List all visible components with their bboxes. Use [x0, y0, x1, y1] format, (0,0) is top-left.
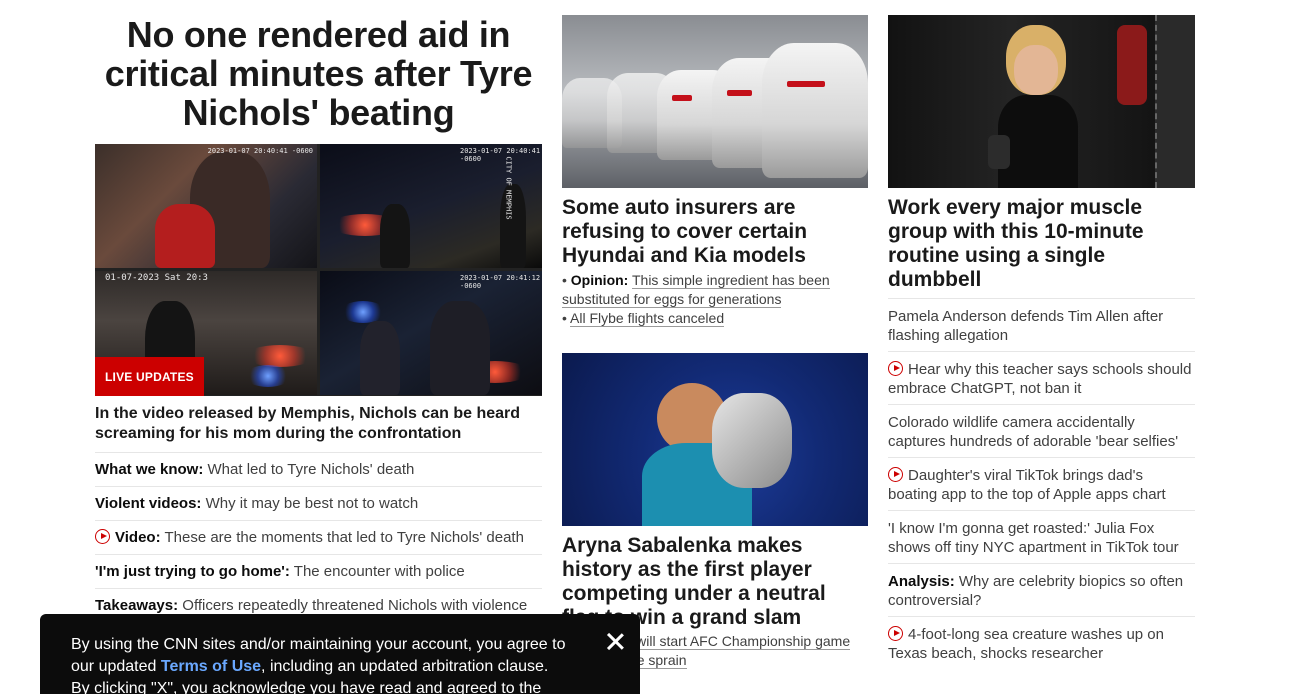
right-column: Work every major muscle group with this … — [888, 0, 1195, 669]
link-text: Why it may be best not to watch — [205, 495, 419, 512]
right-link-7[interactable]: 4-foot-long sea creature washes up on Te… — [888, 616, 1195, 669]
play-video-icon — [888, 626, 903, 641]
link-text: 4-foot-long sea creature washes up on Te… — [888, 626, 1164, 662]
bodycam-frame-1: 2023-01-07 20:40:41 -0600 — [95, 144, 317, 268]
play-video-icon — [95, 529, 110, 544]
live-updates-badge: LIVE UPDATES — [95, 357, 204, 396]
bullet-flybe[interactable]: • All Flybe flights canceled — [562, 309, 868, 328]
right-link-5[interactable]: 'I know I'm gonna get roasted:' Julia Fo… — [888, 510, 1195, 563]
right-link-1[interactable]: Pamela Anderson defends Tim Allen after … — [888, 298, 1195, 351]
dumbbell-headline[interactable]: Work every major muscle group with this … — [888, 196, 1195, 292]
consent-text-2: , including an updated arbitration claus… — [261, 658, 549, 675]
related-link-what-we-know[interactable]: What we know: What led to Tyre Nichols' … — [95, 453, 542, 487]
related-link-going-home[interactable]: 'I'm just trying to go home': The encoun… — [95, 555, 542, 589]
link-text: What led to Tyre Nichols' death — [207, 461, 415, 478]
related-link-violent-videos[interactable]: Violent videos: Why it may be best not t… — [95, 487, 542, 521]
terms-consent-banner: By using the CNN sites and/or maintainin… — [40, 614, 640, 694]
lead-story: No one rendered aid in critical minutes … — [95, 0, 542, 622]
bullet-opinion[interactable]: • Opinion: This simple ingredient has be… — [562, 271, 868, 309]
lead-video-thumbnail[interactable]: 2023-01-07 20:40:41 -0600 2023-01-07 20:… — [95, 144, 542, 396]
link-text: Officers repeatedly threatened Nichols w… — [182, 597, 528, 614]
related-link-video[interactable]: Video: These are the moments that led to… — [95, 521, 542, 555]
terms-of-use-link[interactable]: Terms of Use — [161, 658, 261, 675]
play-video-icon — [888, 467, 903, 482]
bullet-prefix: Opinion: — [570, 272, 629, 288]
sabalenka-image[interactable] — [562, 353, 868, 526]
middle-column: Some auto insurers are refusing to cover… — [562, 0, 868, 670]
link-text: 'I know I'm gonna get roasted:' Julia Fo… — [888, 520, 1179, 556]
link-text: Daughter's viral TikTok brings dad's boa… — [888, 467, 1166, 503]
lead-subheadline[interactable]: In the video released by Memphis, Nichol… — [95, 404, 542, 453]
link-text: Pamela Anderson defends Tim Allen after … — [888, 308, 1164, 344]
bodycam-frame-4: 2023-01-07 20:41:12 -0600 — [320, 271, 542, 395]
consent-text-3: By clicking "X", you acknowledge you hav… — [71, 680, 542, 694]
watermark: CITY OF MEMPHIS — [504, 156, 513, 220]
lead-headline[interactable]: No one rendered aid in critical minutes … — [95, 15, 542, 132]
cars-image[interactable] — [562, 15, 868, 188]
bullet-text: All Flybe flights canceled — [570, 310, 725, 327]
link-text: The encounter with police — [293, 563, 465, 580]
link-prefix: Takeaways: — [95, 597, 179, 614]
close-icon[interactable] — [606, 632, 624, 650]
right-link-2[interactable]: Hear why this teacher says schools shoul… — [888, 351, 1195, 404]
link-text: Colorado wildlife camera accidentally ca… — [888, 414, 1179, 450]
fitness-image[interactable] — [888, 15, 1195, 188]
link-prefix: What we know: — [95, 461, 204, 478]
link-text: These are the moments that led to Tyre N… — [164, 529, 524, 546]
insurers-headline[interactable]: Some auto insurers are refusing to cover… — [562, 196, 868, 268]
link-text: Hear why this teacher says schools shoul… — [888, 361, 1192, 397]
right-link-3[interactable]: Colorado wildlife camera accidentally ca… — [888, 404, 1195, 457]
play-video-icon — [888, 361, 903, 376]
link-prefix: Analysis: — [888, 573, 955, 590]
right-link-4[interactable]: Daughter's viral TikTok brings dad's boa… — [888, 457, 1195, 510]
right-link-6[interactable]: Analysis: Why are celebrity biopics so o… — [888, 563, 1195, 616]
link-prefix: 'I'm just trying to go home': — [95, 563, 290, 580]
link-prefix: Violent videos: — [95, 495, 202, 512]
link-prefix: Video: — [115, 529, 161, 546]
